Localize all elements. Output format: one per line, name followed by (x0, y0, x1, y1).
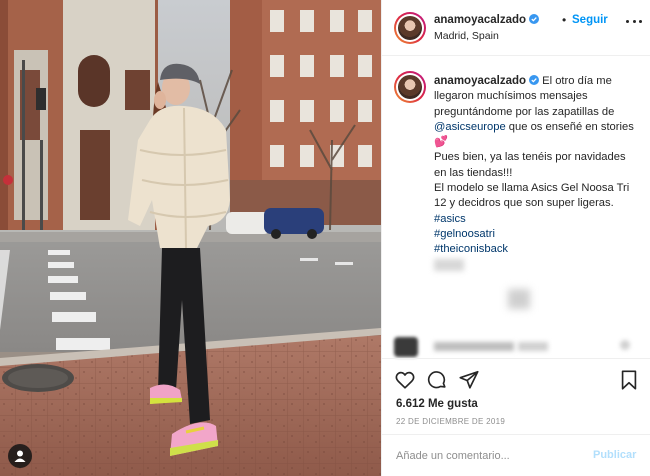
separator-dot: • (562, 13, 567, 27)
blurred-content (508, 289, 530, 309)
caption-avatar[interactable] (394, 71, 426, 103)
caption-area: anamoyacalzado El otro día me llegaron m… (382, 57, 650, 357)
person-icon (14, 450, 26, 462)
avatar[interactable] (394, 12, 426, 44)
comment-row (394, 337, 644, 357)
blurred-comment-text (434, 342, 514, 351)
post-actions: 6.612 Me gusta 22 DE DICIEMBRE DE 2019 (382, 358, 650, 434)
comment-like-icon[interactable] (620, 340, 630, 350)
caption: anamoyacalzado El otro día me llegaron m… (434, 74, 639, 258)
add-comment-bar: Publicar (382, 434, 650, 476)
header-username[interactable]: anamoyacalzado (434, 14, 540, 26)
heart-icon[interactable] (394, 369, 416, 391)
post-side-panel: anamoyacalzado • Seguir Madrid, Spain an… (381, 0, 650, 476)
hashtag-link[interactable]: #theiconisback (434, 242, 639, 257)
post-header: anamoyacalzado • Seguir Madrid, Spain (382, 0, 650, 56)
blurred-comment-text (518, 342, 548, 351)
post-date[interactable]: 22 DE DICIEMBRE DE 2019 (396, 417, 505, 426)
likes-count[interactable]: 6.612 Me gusta (396, 398, 478, 410)
location-link[interactable]: Madrid, Spain (434, 30, 499, 42)
caption-line-4: El modelo se llama Asics Gel Noosa Tri 1… (434, 182, 630, 210)
share-icon[interactable] (458, 369, 480, 391)
follow-button[interactable]: Seguir (572, 14, 608, 26)
street-scene (0, 0, 381, 476)
hashtag-link[interactable]: #asics (434, 212, 639, 227)
bookmark-icon[interactable] (618, 369, 640, 391)
more-options-icon[interactable] (626, 20, 642, 24)
mention-link[interactable]: @asicseurope (434, 121, 506, 133)
post-photo[interactable] (0, 0, 381, 476)
blurred-timestamp (434, 259, 464, 271)
post-comment-button[interactable]: Publicar (593, 449, 636, 461)
hashtag-link[interactable]: #gelnoosatri (434, 227, 639, 242)
comment-avatar[interactable] (394, 337, 418, 357)
comment-icon[interactable] (426, 369, 448, 391)
user-tag-button[interactable] (8, 444, 32, 468)
caption-line-3: Pues bien, ya las tenéis por navidades e… (434, 151, 626, 179)
verified-badge-icon (529, 14, 540, 24)
comment-input[interactable] (396, 447, 586, 465)
verified-badge-icon (529, 75, 540, 85)
caption-username[interactable]: anamoyacalzado (434, 75, 526, 87)
